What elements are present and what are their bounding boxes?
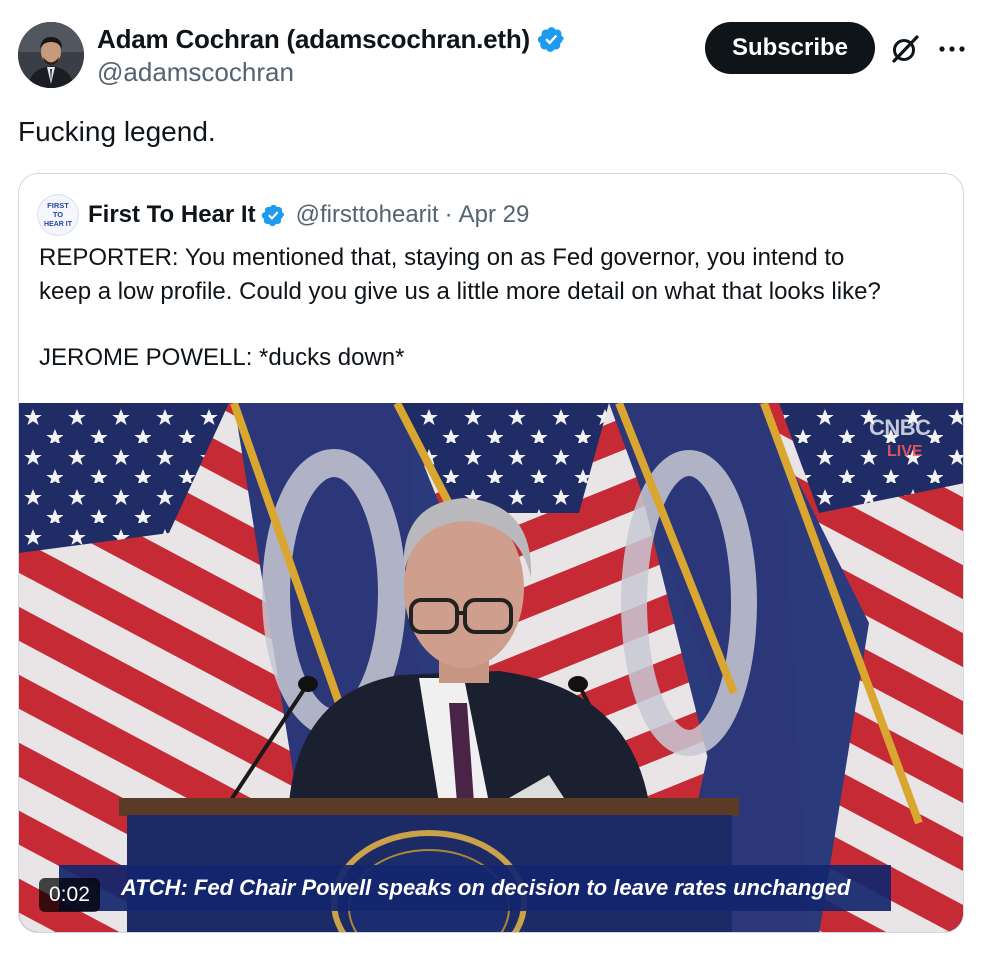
quoted-avatar-line-2: TO: [53, 210, 63, 219]
video-caption: ATCH: Fed Chair Powell speaks on decisio…: [59, 865, 891, 911]
network-logo: CNBC: [869, 415, 931, 440]
author-name-row: Adam Cochran (adamscochran.eth): [97, 24, 566, 55]
tweet-text: Fucking legend.: [18, 116, 216, 147]
video-player[interactable]: CNBC LIVE ATCH: Fed Chair Powell speaks …: [19, 403, 963, 932]
quoted-tweet-card[interactable]: FIRST TO HEAR IT First To Hear It @first…: [18, 173, 964, 933]
quoted-verified-badge-icon: [261, 204, 284, 226]
author-name[interactable]: Adam Cochran (adamscochran.eth): [97, 24, 530, 55]
quoted-separator: ·: [444, 201, 453, 228]
grok-icon[interactable]: [888, 32, 922, 66]
quoted-author-name[interactable]: First To Hear It: [88, 201, 256, 229]
more-icon[interactable]: [935, 32, 969, 66]
video-timer: 0:02: [39, 878, 100, 912]
quoted-author-handle[interactable]: @firsttohearit: [296, 201, 439, 229]
quoted-body-line: keep a low profile. Could you give us a …: [39, 278, 881, 305]
author-avatar[interactable]: [18, 22, 84, 88]
subscribe-button[interactable]: Subscribe: [705, 22, 875, 74]
quoted-tweet-header: FIRST TO HEAR IT First To Hear It @first…: [37, 194, 529, 236]
quoted-avatar-line-1: FIRST: [47, 201, 69, 210]
author-handle[interactable]: @adamscochran: [97, 57, 294, 88]
quoted-avatar[interactable]: FIRST TO HEAR IT: [37, 194, 79, 236]
quoted-body-line: JEROME POWELL: *ducks down*: [39, 344, 405, 371]
quoted-body-line: REPORTER: You mentioned that, staying on…: [39, 244, 845, 271]
video-still-image: [19, 403, 963, 932]
verified-badge-icon: [537, 27, 564, 52]
quoted-date[interactable]: Apr 29: [459, 201, 530, 229]
quoted-tweet-body: REPORTER: You mentioned that, staying on…: [39, 241, 954, 375]
live-label: LIVE: [887, 443, 923, 460]
quoted-avatar-line-3: HEAR IT: [44, 221, 73, 228]
